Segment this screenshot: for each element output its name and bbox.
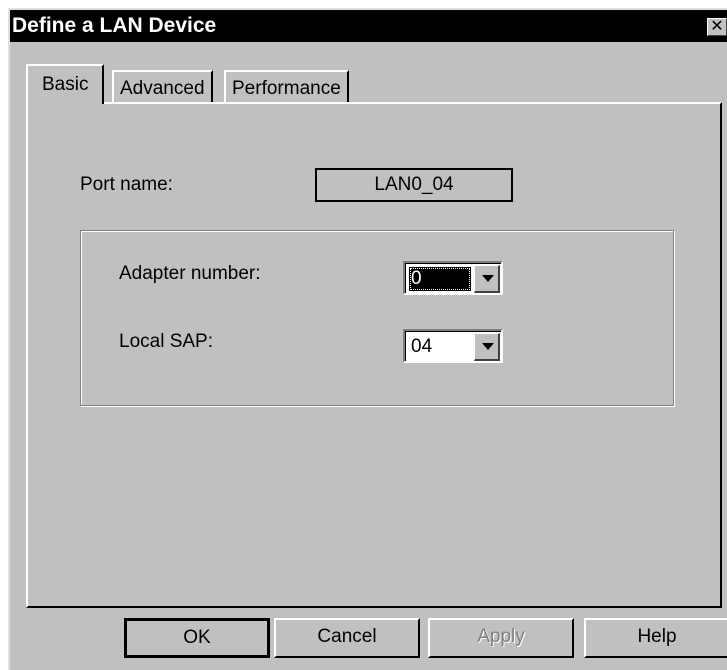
- tab-advanced[interactable]: Advanced: [112, 70, 213, 104]
- help-button[interactable]: Help: [584, 618, 727, 658]
- adapter-number-label: Adapter number:: [119, 263, 261, 284]
- chevron-down-icon: [482, 275, 494, 282]
- tab-basic[interactable]: Basic: [26, 64, 105, 104]
- cancel-button[interactable]: Cancel: [274, 618, 420, 658]
- tab-label: Basic: [42, 74, 89, 95]
- close-icon: ✕: [710, 18, 724, 35]
- apply-button[interactable]: Apply: [428, 618, 574, 658]
- local-sap-dropdown-button[interactable]: [474, 333, 500, 361]
- title-bar: Define a LAN Device ✕: [10, 10, 727, 42]
- port-name-field: LAN0_04: [315, 168, 513, 202]
- ok-button[interactable]: OK: [124, 618, 270, 658]
- chevron-down-icon: [482, 343, 494, 350]
- tab-label: Performance: [232, 78, 341, 99]
- close-button[interactable]: ✕: [707, 18, 727, 36]
- tab-label: Advanced: [120, 78, 205, 99]
- port-name-label: Port name:: [80, 174, 173, 195]
- local-sap-value: 04: [411, 336, 433, 357]
- tab-performance[interactable]: Performance: [224, 70, 349, 104]
- adapter-number-select[interactable]: 0: [403, 261, 503, 295]
- adapter-number-dropdown-button[interactable]: [474, 265, 500, 293]
- window-title: Define a LAN Device: [12, 14, 217, 37]
- basic-tab-panel: Port name: LAN0_04 Adapter number: 0 Loc…: [26, 102, 722, 608]
- adapter-groupbox: Adapter number: 0 Local SAP: 04: [80, 230, 674, 406]
- define-lan-device-dialog: Define a LAN Device ✕ Basic Advanced Per…: [8, 8, 727, 670]
- local-sap-label: Local SAP:: [119, 331, 213, 352]
- adapter-number-value: 0: [409, 267, 471, 291]
- local-sap-select[interactable]: 04: [403, 329, 503, 363]
